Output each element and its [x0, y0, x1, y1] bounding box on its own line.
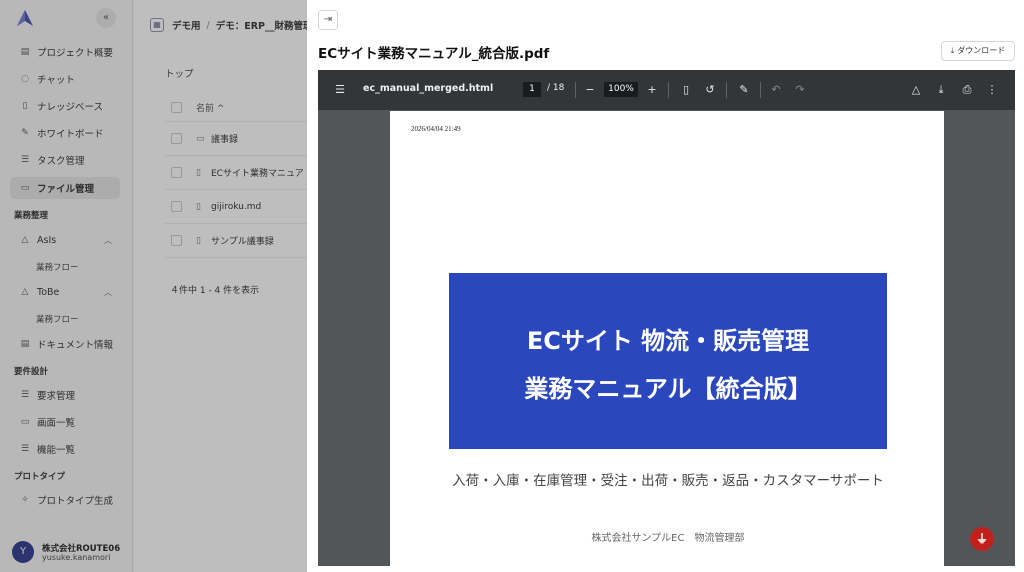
undo-icon[interactable]: ↶: [768, 82, 784, 98]
toolbar-divider: [760, 82, 761, 98]
zoom-in-icon[interactable]: +: [644, 82, 660, 98]
download-icon[interactable]: ⤓: [933, 82, 949, 98]
print-icon[interactable]: ⎙: [959, 82, 975, 98]
save-drive-icon[interactable]: △: [908, 82, 924, 98]
download-label: ダウンロード: [957, 46, 1006, 55]
toolbar-divider: [726, 82, 727, 98]
more-options-icon[interactable]: ⋮: [984, 82, 1000, 98]
print-timestamp: 2026/04/04 21:49: [411, 125, 461, 133]
acrobat-icon[interactable]: ⏚: [970, 527, 994, 551]
redo-icon[interactable]: ↷: [792, 82, 808, 98]
download-button[interactable]: ⤓ ダウンロード: [941, 41, 1015, 61]
pdf-file-name: ec_manual_merged.html: [363, 83, 494, 94]
banner-title-line1: ECサイト 物流・販売管理: [526, 327, 810, 355]
title-banner: ECサイト 物流・販売管理 業務マニュアル【統合版】: [449, 273, 887, 449]
modal-backdrop[interactable]: [0, 0, 307, 572]
zoom-out-icon[interactable]: −: [582, 82, 598, 98]
toolbar-divider: [668, 82, 669, 98]
zoom-input[interactable]: 100%: [604, 82, 638, 97]
page-number-input[interactable]: 1: [523, 82, 541, 97]
pdf-viewer[interactable]: ☰ ec_manual_merged.html 1 / 18 − 100% + …: [318, 70, 1015, 566]
collapse-right-icon: ⇥: [323, 14, 333, 25]
fit-page-icon[interactable]: ▯: [678, 82, 694, 98]
file-title: ECサイト業務マニュアル_統合版.pdf: [318, 46, 550, 62]
banner-title-line2: 業務マニュアル【統合版】: [524, 375, 812, 403]
file-preview-panel: ⇥ ECサイト業務マニュアル_統合版.pdf ⤓ ダウンロード ☰ ec_manu…: [307, 0, 1024, 572]
pdf-toolbar: ☰ ec_manual_merged.html 1 / 18 − 100% + …: [318, 70, 1015, 110]
rotate-icon[interactable]: ↺: [702, 82, 718, 98]
document-organization: 株式会社サンプルEC 物流管理部: [591, 533, 745, 544]
draw-icon[interactable]: ✎: [736, 82, 752, 98]
download-icon: ⤓: [950, 46, 955, 55]
toolbar-divider: [575, 82, 576, 98]
close-panel-button[interactable]: ⇥: [318, 10, 338, 30]
menu-icon[interactable]: ☰: [332, 82, 348, 98]
page-total: / 18: [547, 83, 565, 93]
pdf-page: 2026/04/04 21:49 ECサイト 物流・販売管理 業務マニュアル【統…: [390, 111, 944, 566]
document-subtitle: 入荷・入庫・在庫管理・受注・出荷・販売・返品・カスタマーサポート: [452, 473, 884, 489]
